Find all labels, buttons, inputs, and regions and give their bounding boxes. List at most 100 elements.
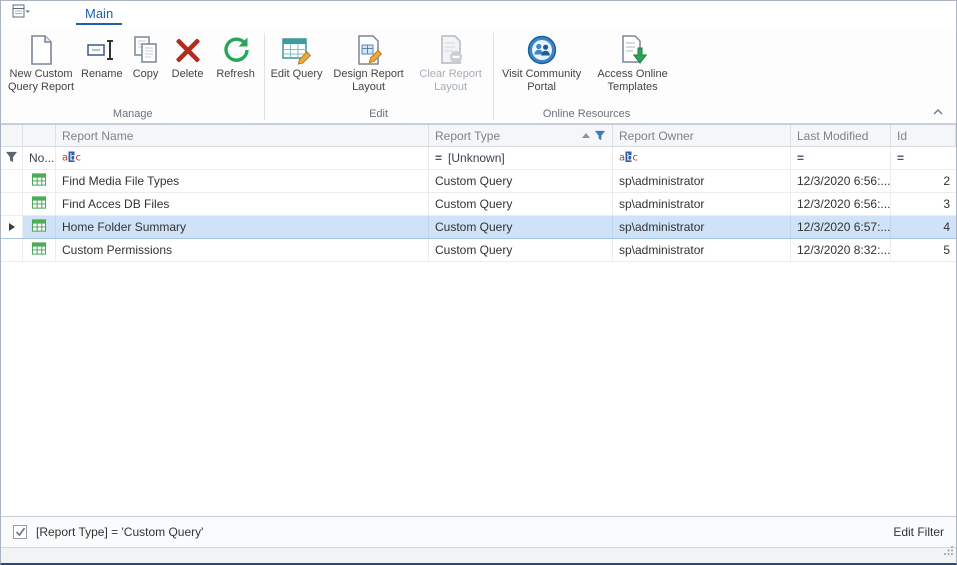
- button-label: Query Report: [8, 81, 74, 94]
- ribbon-group-separator: [493, 33, 494, 120]
- copy-button[interactable]: Copy: [126, 30, 166, 107]
- rename-icon: [86, 34, 118, 66]
- new-document-icon: [25, 34, 57, 66]
- filter-cell-last-modified[interactable]: =: [791, 147, 891, 169]
- delete-button[interactable]: Delete: [166, 30, 210, 107]
- table-row[interactable]: Find Acces DB Files Custom Query sp\admi…: [1, 193, 956, 216]
- svg-text:c: c: [633, 153, 639, 164]
- cell-report-name: Home Folder Summary: [56, 216, 429, 238]
- status-bar: [1, 547, 956, 563]
- column-header-label: Report Owner: [619, 129, 694, 143]
- filter-expression: [Report Type] = 'Custom Query': [36, 525, 203, 539]
- app-window: Main New Custom Query Report: [0, 0, 957, 565]
- filter-cell-icon-column[interactable]: No...: [23, 147, 56, 169]
- row-indicator-cell: [1, 216, 23, 238]
- button-label: Rename: [81, 68, 123, 81]
- report-table-icon: [31, 218, 47, 236]
- selected-row-arrow-icon: [9, 223, 15, 231]
- clear-report-layout-button[interactable]: Clear Report Layout: [411, 30, 491, 107]
- ribbon-collapse-button[interactable]: [930, 105, 946, 117]
- cell-last-modified: 12/3/2020 6:56:...: [791, 193, 891, 215]
- row-indicator-cell: [1, 170, 23, 192]
- grid-filter-row: No... a b c = [Unknown] a: [1, 147, 956, 170]
- svg-text:a: a: [62, 153, 68, 164]
- table-row[interactable]: Find Media File Types Custom Query sp\ad…: [1, 170, 956, 193]
- table-row-selected[interactable]: Home Folder Summary Custom Query sp\admi…: [1, 216, 956, 239]
- header-icon-column: [23, 125, 56, 146]
- ribbon-group-online-resources: Visit Community Portal Access Online Tem…: [495, 30, 679, 123]
- ribbon-group-separator: [264, 33, 265, 120]
- abc-filter-icon: a b c: [619, 150, 638, 166]
- ribbon-group-label-online-resources: Online Resources: [495, 107, 679, 123]
- cell-id: 4: [891, 216, 956, 238]
- grid-header-row: Report Name Report Type Report Owner Las…: [1, 124, 956, 147]
- edit-filter-button[interactable]: Edit Filter: [893, 525, 944, 539]
- design-report-layout-icon: [353, 34, 385, 66]
- button-label: Layout: [434, 81, 467, 94]
- cell-report-type: Custom Query: [429, 193, 613, 215]
- column-header-report-owner[interactable]: Report Owner: [613, 125, 791, 146]
- report-cell-icon: [23, 193, 56, 215]
- cell-report-type: Custom Query: [429, 239, 613, 261]
- table-row[interactable]: Custom Permissions Custom Query sp\admin…: [1, 239, 956, 262]
- cell-report-owner: sp\administrator: [613, 216, 791, 238]
- refresh-button[interactable]: Refresh: [210, 30, 262, 107]
- cell-report-name: Find Media File Types: [56, 170, 429, 192]
- row-indicator-cell: [1, 239, 23, 261]
- filter-panel: [Report Type] = 'Custom Query' Edit Filt…: [1, 516, 956, 547]
- rename-button[interactable]: Rename: [78, 30, 126, 107]
- app-menu-button[interactable]: [8, 4, 34, 24]
- report-grid: Report Name Report Type Report Owner Las…: [1, 124, 956, 516]
- edit-query-button[interactable]: Edit Query: [267, 30, 327, 107]
- button-label: Design Report: [333, 68, 403, 81]
- cell-report-name: Custom Permissions: [56, 239, 429, 261]
- svg-text:a: a: [619, 153, 625, 164]
- filter-cell-report-type[interactable]: = [Unknown]: [429, 147, 613, 169]
- ribbon-tab-bar: Main: [1, 1, 956, 27]
- column-header-id[interactable]: Id: [891, 125, 956, 146]
- button-label: Access Online: [597, 68, 667, 81]
- resize-grip[interactable]: [943, 543, 954, 561]
- column-filter-icon[interactable]: [594, 130, 606, 141]
- design-report-layout-button[interactable]: Design Report Layout: [327, 30, 411, 107]
- cell-last-modified: 12/3/2020 8:32:...: [791, 239, 891, 261]
- filter-cell-report-owner[interactable]: a b c: [613, 147, 791, 169]
- tab-main[interactable]: Main: [76, 3, 122, 25]
- equals-operator-icon: =: [797, 151, 804, 165]
- cell-report-owner: sp\administrator: [613, 239, 791, 261]
- filter-cell-report-name[interactable]: a b c: [56, 147, 429, 169]
- funnel-icon: [5, 151, 18, 166]
- filter-cell-id[interactable]: =: [891, 147, 956, 169]
- cell-report-owner: sp\administrator: [613, 170, 791, 192]
- filter-enabled-checkbox[interactable]: [13, 525, 27, 539]
- ribbon-group-manage: New Custom Query Report Rename: [3, 30, 263, 123]
- cell-last-modified: 12/3/2020 6:57:...: [791, 216, 891, 238]
- online-templates-download-icon: [617, 34, 649, 66]
- filter-cell-value: [Unknown]: [448, 151, 505, 165]
- visit-community-portal-button[interactable]: Visit Community Portal: [496, 30, 588, 107]
- button-label: Portal: [527, 81, 556, 94]
- column-header-last-modified[interactable]: Last Modified: [791, 125, 891, 146]
- clear-report-layout-icon: [435, 34, 467, 66]
- column-header-report-type[interactable]: Report Type: [429, 125, 613, 146]
- header-indicator-cell: [1, 125, 23, 146]
- svg-text:c: c: [76, 153, 82, 164]
- access-online-templates-button[interactable]: Access Online Templates: [588, 30, 678, 107]
- button-label: Templates: [608, 81, 658, 94]
- cell-id: 5: [891, 239, 956, 261]
- button-label: Refresh: [216, 68, 255, 81]
- ribbon: New Custom Query Report Rename: [1, 27, 956, 124]
- refresh-icon: [220, 34, 252, 66]
- ribbon-group-label-edit: Edit: [266, 107, 492, 123]
- report-cell-icon: [23, 216, 56, 238]
- column-header-label: Report Name: [62, 129, 133, 143]
- cell-last-modified: 12/3/2020 6:56:...: [791, 170, 891, 192]
- equals-operator-icon: =: [897, 151, 904, 165]
- column-header-label: Id: [897, 129, 907, 143]
- button-label: Delete: [172, 68, 204, 81]
- new-custom-query-report-button[interactable]: New Custom Query Report: [4, 30, 78, 107]
- report-table-icon: [31, 172, 47, 190]
- filter-cell-text: No...: [29, 151, 54, 165]
- delete-icon: [172, 34, 204, 66]
- column-header-report-name[interactable]: Report Name: [56, 125, 429, 146]
